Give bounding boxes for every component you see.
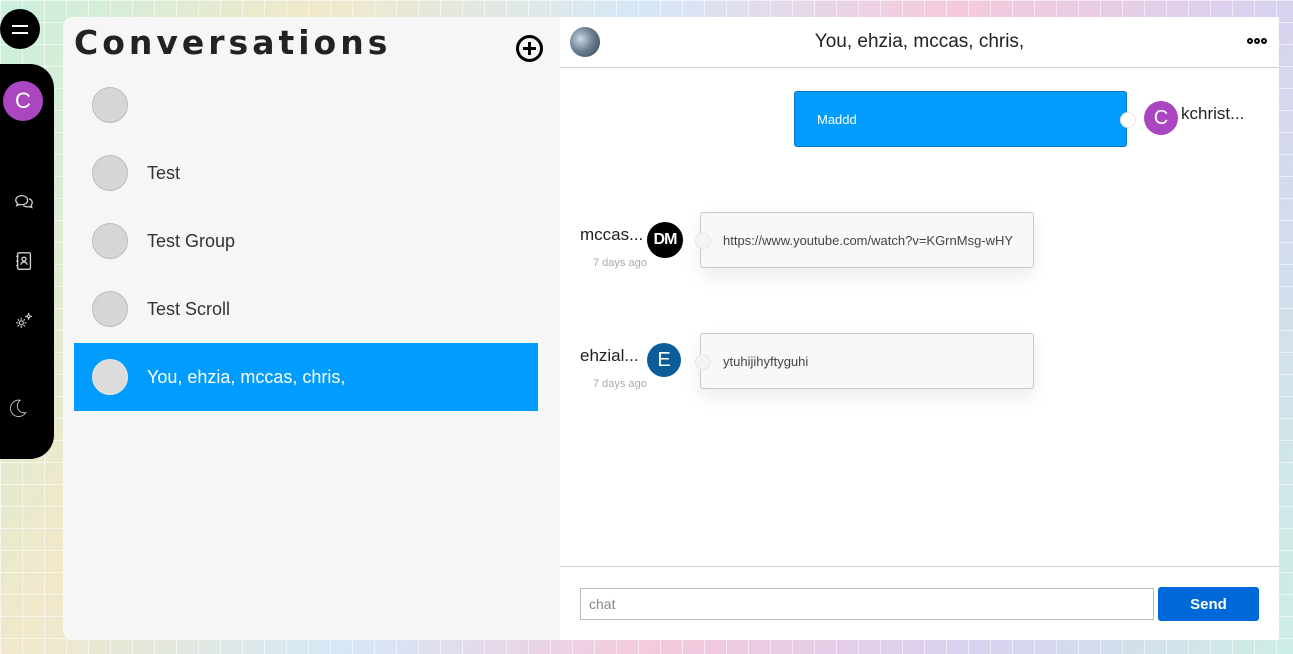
conversation-item[interactable] [74,71,538,139]
message-status-dot [695,233,711,249]
sender-name: kchrist... [1181,104,1245,123]
rail-body: C [0,64,54,459]
message-text: ytuhijihyftyguhi [723,353,809,369]
user-avatar[interactable]: C [3,81,43,121]
dark-mode-moon-icon[interactable] [7,397,41,431]
conversation-avatar [92,223,128,259]
send-button[interactable]: Send [1158,587,1259,621]
message-bubble: https://www.youtube.com/watch?v=KGrnMsg-… [695,212,1034,268]
message-status-dot [1120,112,1136,128]
conversation-avatar [92,359,128,395]
sender-name: mccas... [580,225,644,244]
message-bubble-outgoing: Maddd [794,91,1136,147]
add-conversation-icon[interactable] [516,35,543,62]
chat-input[interactable] [580,588,1154,620]
menu-icon[interactable] [0,9,40,49]
chat-title: You, ehzia, mccas, chris, [814,31,1025,52]
chat-panel: You, ehzia, mccas, chris, Maddd C kchris… [560,17,1279,640]
conversation-item[interactable]: Test Group [74,207,538,275]
sender-avatar[interactable]: DM [647,222,683,258]
sender-name: ehzial... [580,346,639,365]
conversation-name: You, ehzia, mccas, chris, [147,366,346,387]
message-time: 7 days ago [593,378,647,390]
message-text: Maddd [817,111,857,127]
conversation-name: Test [147,162,181,183]
sender-avatar[interactable]: C [1144,101,1178,135]
sender-avatar[interactable]: E [647,343,681,377]
conversations-title: Conversations [74,23,392,62]
conversation-avatar [92,291,128,327]
more-options-icon[interactable] [1247,38,1267,44]
chat-bubbles-icon[interactable] [13,191,35,213]
conversation-item-active[interactable]: You, ehzia, mccas, chris, [74,343,538,411]
message-time: 7 days ago [593,257,647,269]
conversation-list: Test Test Group Test Scroll You, ehzia, … [74,71,538,411]
chat-footer: Send [560,566,1279,641]
conversation-avatar [92,87,128,123]
conversation-item[interactable]: Test Scroll [74,275,538,343]
side-rail: C [0,0,55,459]
message-bubble: ytuhijihyftyguhi [695,333,1034,389]
conversations-panel: Conversations Test Test Group Test Scrol… [63,17,560,640]
message-status-dot [695,354,711,370]
message-text[interactable]: https://www.youtube.com/watch?v=KGrnMsg-… [723,233,1013,248]
conversation-name: Test Scroll [147,298,231,319]
conversation-avatar [92,155,128,191]
contacts-book-icon[interactable] [13,250,35,272]
settings-gears-icon[interactable] [13,310,35,332]
conversation-name: Test Group [147,230,236,251]
conversation-item[interactable]: Test [74,139,538,207]
chat-header: You, ehzia, mccas, chris, [560,17,1279,68]
